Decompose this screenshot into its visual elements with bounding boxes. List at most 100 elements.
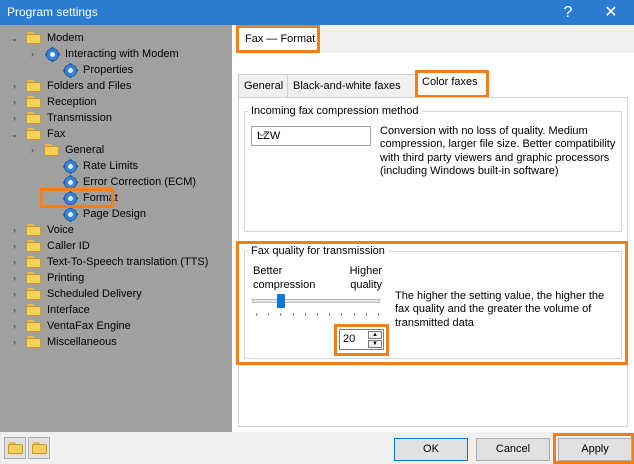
tree-item-label: Interacting with Modem bbox=[65, 48, 179, 60]
tree-item[interactable]: › Reception bbox=[0, 94, 232, 110]
folder-icon bbox=[32, 442, 48, 454]
chevron-right-icon[interactable]: › bbox=[10, 78, 19, 94]
folder-icon bbox=[26, 272, 42, 284]
folder-icon bbox=[8, 442, 24, 454]
tree-item[interactable]: Page Design bbox=[0, 206, 232, 222]
quality-slider-thumb[interactable] bbox=[276, 294, 285, 308]
tree-toolbar bbox=[0, 432, 232, 464]
tree-item[interactable]: › Caller ID bbox=[0, 238, 232, 254]
breadcrumb-bar bbox=[320, 25, 634, 53]
tree-item[interactable]: › Voice bbox=[0, 222, 232, 238]
tab-black-and-white[interactable]: Black-and-white faxes bbox=[287, 74, 416, 98]
tree-item[interactable]: › Folders and Files bbox=[0, 78, 232, 94]
folder-icon bbox=[26, 336, 42, 348]
compression-group-title: Incoming fax compression method bbox=[248, 105, 422, 117]
folder-icon bbox=[26, 320, 42, 332]
apply-button[interactable]: Apply bbox=[558, 438, 632, 461]
chevron-right-icon[interactable]: › bbox=[28, 46, 37, 62]
better-compression-label: Better compression bbox=[253, 265, 316, 291]
folder-icon bbox=[26, 32, 42, 44]
spin-down-icon[interactable]: ▼ bbox=[368, 340, 382, 348]
tree-item-label: VentaFax Engine bbox=[47, 320, 131, 332]
tree-item[interactable]: › Interacting with Modem bbox=[0, 46, 232, 62]
settings-gear-icon bbox=[63, 159, 78, 174]
tree-item-label: Transmission bbox=[47, 112, 112, 124]
settings-gear-icon bbox=[63, 207, 78, 222]
tree-item[interactable]: ⌄ Modem bbox=[0, 30, 232, 46]
slider-tick bbox=[304, 313, 306, 316]
chevron-down-icon: ﹀ bbox=[257, 133, 267, 144]
slider-tick bbox=[329, 313, 331, 316]
ok-button[interactable]: OK bbox=[394, 438, 468, 461]
folder-icon bbox=[26, 256, 42, 268]
chevron-right-icon[interactable]: › bbox=[10, 286, 19, 302]
folder-icon bbox=[26, 304, 42, 316]
slider-tick bbox=[317, 313, 318, 316]
chevron-right-icon[interactable]: › bbox=[10, 110, 19, 126]
tree-item[interactable]: › VentaFax Engine bbox=[0, 318, 232, 334]
folder-icon bbox=[26, 112, 42, 124]
folder-icon bbox=[26, 80, 42, 92]
chevron-right-icon[interactable]: › bbox=[10, 302, 19, 318]
tree-item[interactable]: › Miscellaneous bbox=[0, 334, 232, 350]
tree-item-label: Scheduled Delivery bbox=[47, 288, 142, 300]
chevron-right-icon[interactable]: › bbox=[10, 318, 19, 334]
tree-item[interactable]: › Transmission bbox=[0, 110, 232, 126]
tab-general[interactable]: General bbox=[238, 74, 288, 98]
help-button[interactable]: ? bbox=[548, 0, 588, 25]
folder-icon bbox=[26, 288, 42, 300]
tree-item-label: Page Design bbox=[83, 208, 146, 220]
compression-select[interactable]: LZW ﹀ bbox=[251, 126, 371, 146]
tab-color-faxes[interactable]: Color faxes bbox=[415, 70, 489, 98]
tree-item[interactable]: Properties bbox=[0, 62, 232, 78]
chevron-right-icon[interactable]: › bbox=[10, 254, 19, 270]
tree-item[interactable]: › Interface bbox=[0, 302, 232, 318]
quality-spinner[interactable]: 20 ▲ ▼ bbox=[339, 329, 384, 350]
tree-item[interactable]: Error Correction (ECM) bbox=[0, 174, 232, 190]
slider-tick bbox=[256, 313, 257, 316]
tree-item-label: Properties bbox=[83, 64, 134, 76]
tree-item-label: Folders and Files bbox=[47, 80, 132, 92]
tree-selection-highlight bbox=[40, 188, 114, 208]
folder-icon bbox=[26, 240, 42, 252]
chevron-right-icon[interactable]: › bbox=[10, 222, 19, 238]
spin-up-icon[interactable]: ▲ bbox=[368, 331, 382, 339]
tree-item[interactable]: Rate Limits bbox=[0, 158, 232, 174]
tree-item-label: Caller ID bbox=[47, 240, 90, 252]
tree-item-label: Fax bbox=[47, 128, 66, 140]
quality-slider-track[interactable] bbox=[252, 299, 380, 303]
settings-tree: ⌄ Modem › Interacting with Modem Properties ›… bbox=[0, 25, 232, 432]
tree-item[interactable]: Format bbox=[0, 190, 232, 206]
close-button[interactable]: ✕ bbox=[591, 0, 631, 25]
tree-item-label: Interface bbox=[47, 304, 90, 316]
tree-item[interactable]: › General bbox=[0, 142, 232, 158]
collapse-all-button[interactable] bbox=[28, 437, 50, 459]
chevron-right-icon[interactable]: › bbox=[10, 94, 19, 110]
folder-icon bbox=[26, 128, 42, 140]
chevron-down-icon[interactable]: ⌄ bbox=[10, 126, 19, 142]
slider-tick bbox=[365, 313, 367, 316]
chevron-right-icon[interactable]: › bbox=[10, 270, 19, 286]
window-title: Program settings bbox=[7, 5, 98, 19]
chevron-right-icon[interactable]: › bbox=[28, 142, 37, 158]
settings-gear-icon bbox=[45, 47, 60, 62]
cancel-button[interactable]: Cancel bbox=[476, 438, 550, 461]
breadcrumb: Fax — Format bbox=[236, 25, 320, 53]
tree-item[interactable]: › Text-To-Speech translation (TTS) bbox=[0, 254, 232, 270]
expand-all-button[interactable] bbox=[4, 437, 26, 459]
chevron-down-icon[interactable]: ⌄ bbox=[10, 30, 19, 46]
slider-tick bbox=[292, 313, 294, 316]
chevron-right-icon[interactable]: › bbox=[10, 334, 19, 350]
tree-item-label: Miscellaneous bbox=[47, 336, 117, 348]
title-bar: Program settings ? ✕ bbox=[0, 0, 634, 25]
compression-description: Conversion with no loss of quality. Medi… bbox=[380, 125, 616, 177]
tree-item[interactable]: › Scheduled Delivery bbox=[0, 286, 232, 302]
tree-item[interactable]: ⌄ Fax bbox=[0, 126, 232, 142]
tree-item-label: Modem bbox=[47, 32, 84, 44]
chevron-right-icon[interactable]: › bbox=[10, 238, 19, 254]
tree-item[interactable]: › Printing bbox=[0, 270, 232, 286]
quality-value: 20 bbox=[343, 333, 356, 345]
tree-item-label: Reception bbox=[47, 96, 97, 108]
settings-gear-icon bbox=[63, 63, 78, 78]
breadcrumb-text: Fax — Format bbox=[245, 33, 316, 45]
